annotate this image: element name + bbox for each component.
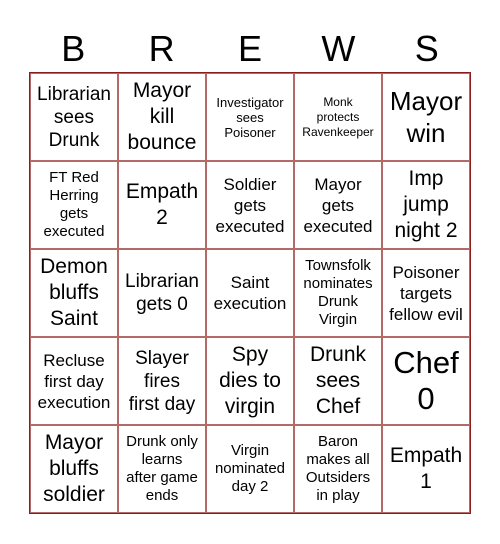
bingo-cell[interactable]: Mayor kill bounce (118, 73, 206, 161)
cell-text: Librarian sees Drunk (37, 83, 111, 151)
cell-text: Mayor win (389, 86, 463, 148)
bingo-cell[interactable]: Baron makes all Outsiders in play (294, 425, 382, 513)
bingo-cell[interactable]: Imp jump night 2 (382, 161, 470, 249)
bingo-cell[interactable]: Drunk only learns after game ends (118, 425, 206, 513)
bingo-cell[interactable]: Drunk sees Chef (294, 337, 382, 425)
cell-text: Imp jump night 2 (394, 167, 458, 242)
bingo-cell[interactable]: Slayer fires first day (118, 337, 206, 425)
cell-text: Slayer fires first day (128, 347, 196, 415)
cell-text: Spy dies to virgin (219, 343, 281, 418)
cell-text: Drunk only learns after game ends (126, 433, 198, 504)
cell-text: Soldier gets executed (215, 174, 285, 236)
cell-text: Librarian gets 0 (125, 271, 199, 315)
cell-text: Demon bluffs Saint (40, 255, 108, 330)
cell-text: Investigator sees Poisoner (216, 94, 284, 140)
bingo-cell[interactable]: Saint execution (206, 249, 294, 337)
bingo-cell[interactable]: Empath 2 (118, 161, 206, 249)
cell-text: Empath 2 (125, 180, 199, 229)
bingo-cell[interactable]: Poisoner targets fellow evil (382, 249, 470, 337)
header-letter-s: S (414, 28, 439, 69)
bingo-cell[interactable]: Townsfolk nominates Drunk Virgin (294, 249, 382, 337)
bingo-cell[interactable]: Demon bluffs Saint (30, 249, 118, 337)
bingo-cell[interactable]: Soldier gets executed (206, 161, 294, 249)
bingo-cell[interactable]: Spy dies to virgin (206, 337, 294, 425)
cell-text: Virgin nominated day 2 (214, 442, 286, 495)
header-letter-e: E (237, 28, 262, 69)
cell-text: Mayor kill bounce (127, 79, 197, 154)
cell-text: Chef 0 (393, 345, 459, 416)
cell-text: FT Red Herring gets executed (43, 169, 105, 240)
bingo-cell[interactable]: Librarian gets 0 (118, 249, 206, 337)
cell-text: Mayor bluffs soldier (43, 431, 105, 506)
cell-text: Monk protects Ravenkeeper (302, 94, 374, 139)
header-letter-r: R (148, 28, 175, 69)
cell-text: Drunk sees Chef (309, 343, 367, 418)
bingo-cell[interactable]: FT Red Herring gets executed (30, 161, 118, 249)
cell-text: Saint execution (213, 273, 287, 313)
bingo-cell[interactable]: Mayor bluffs soldier (30, 425, 118, 513)
header-letter-w: W (321, 28, 356, 69)
cell-text: Recluse first day execution (37, 350, 111, 412)
bingo-header: B R E W S (29, 26, 471, 72)
cell-text: Empath 1 (389, 444, 463, 493)
bingo-cell[interactable]: Monk protects Ravenkeeper (294, 73, 382, 161)
bingo-cell[interactable]: Recluse first day execution (30, 337, 118, 425)
bingo-board: Librarian sees Drunk Mayor kill bounce I… (29, 72, 471, 514)
bingo-cell[interactable]: Librarian sees Drunk (30, 73, 118, 161)
bingo-cell[interactable]: Virgin nominated day 2 (206, 425, 294, 513)
bingo-cell[interactable]: Mayor win (382, 73, 470, 161)
header-letter-b: B (61, 28, 86, 69)
bingo-cell[interactable]: Mayor gets executed (294, 161, 382, 249)
cell-text: Baron makes all Outsiders in play (305, 433, 371, 504)
bingo-cell[interactable]: Empath 1 (382, 425, 470, 513)
cell-text: Poisoner targets fellow evil (389, 262, 463, 324)
cell-text: Townsfolk nominates Drunk Virgin (303, 257, 373, 328)
bingo-cell[interactable]: Investigator sees Poisoner (206, 73, 294, 161)
cell-text: Mayor gets executed (303, 174, 373, 236)
bingo-cell[interactable]: Chef 0 (382, 337, 470, 425)
